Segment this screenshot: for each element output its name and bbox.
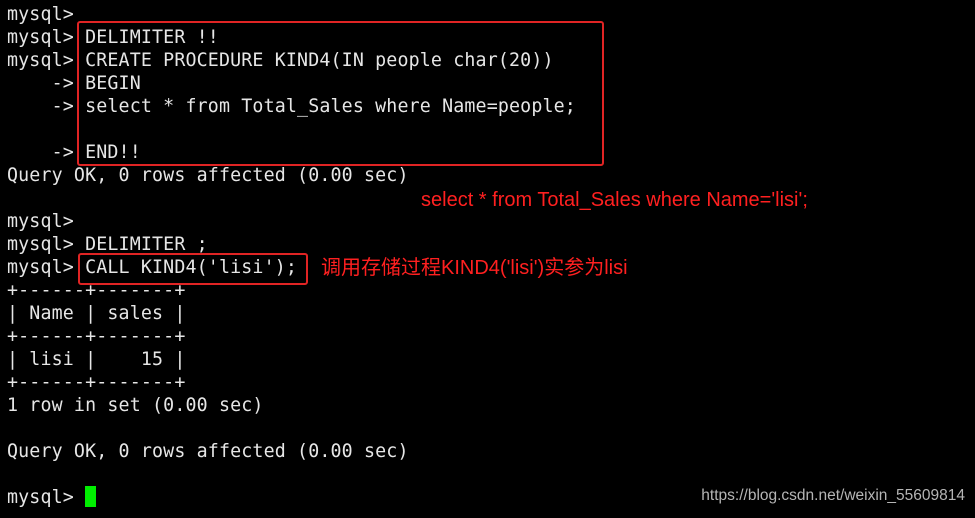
prompt: -> — [7, 142, 74, 163]
procedure-highlight-box — [77, 21, 604, 166]
table-row: | lisi | 15 | — [7, 348, 186, 371]
prompt: mysql> — [7, 211, 74, 232]
prompt: -> — [7, 96, 74, 117]
prompt: mysql> — [7, 27, 74, 48]
line-text — [74, 487, 85, 508]
line-text: 1 row in set (0.00 sec) — [7, 395, 264, 416]
line-text: Query OK, 0 rows affected (0.00 sec) — [7, 165, 409, 186]
prompt: -> — [7, 73, 74, 94]
table-border: +------+-------+ — [7, 371, 186, 394]
terminal-line: mysql> — [7, 3, 74, 26]
prompt: mysql> — [7, 4, 74, 25]
row-count-status: 1 row in set (0.00 sec) — [7, 394, 264, 417]
call-note: 调用存储过程KIND4('lisi')实参为lisi — [321, 257, 628, 279]
prompt: mysql> — [7, 487, 74, 508]
line-text: DELIMITER ; — [73, 234, 208, 255]
query-ok-status: Query OK, 0 rows affected (0.00 sec) — [7, 164, 409, 187]
prompt: mysql> — [7, 257, 74, 278]
terminal-line: mysql> — [7, 210, 74, 233]
query-ok-status: Query OK, 0 rows affected (0.00 sec) — [7, 440, 409, 463]
table-header-row: | Name | sales | — [7, 302, 186, 325]
table-row-text: | lisi | 15 | — [7, 349, 186, 370]
prompt: mysql> — [7, 234, 74, 255]
table-header-text: | Name | sales | — [7, 303, 186, 324]
prompt: mysql> — [7, 50, 74, 71]
cursor — [85, 486, 97, 507]
call-highlight-box — [78, 253, 308, 285]
active-prompt-line[interactable]: mysql> — [7, 486, 97, 509]
table-border-text: +------+-------+ — [7, 372, 186, 393]
watermark: https://blog.csdn.net/weixin_55609814 — [701, 487, 965, 504]
table-border-text: +------+-------+ — [7, 326, 186, 347]
equivalent-query-note: select * from Total_Sales where Name='li… — [421, 189, 808, 211]
line-text: Query OK, 0 rows affected (0.00 sec) — [7, 441, 409, 462]
table-border: +------+-------+ — [7, 325, 186, 348]
